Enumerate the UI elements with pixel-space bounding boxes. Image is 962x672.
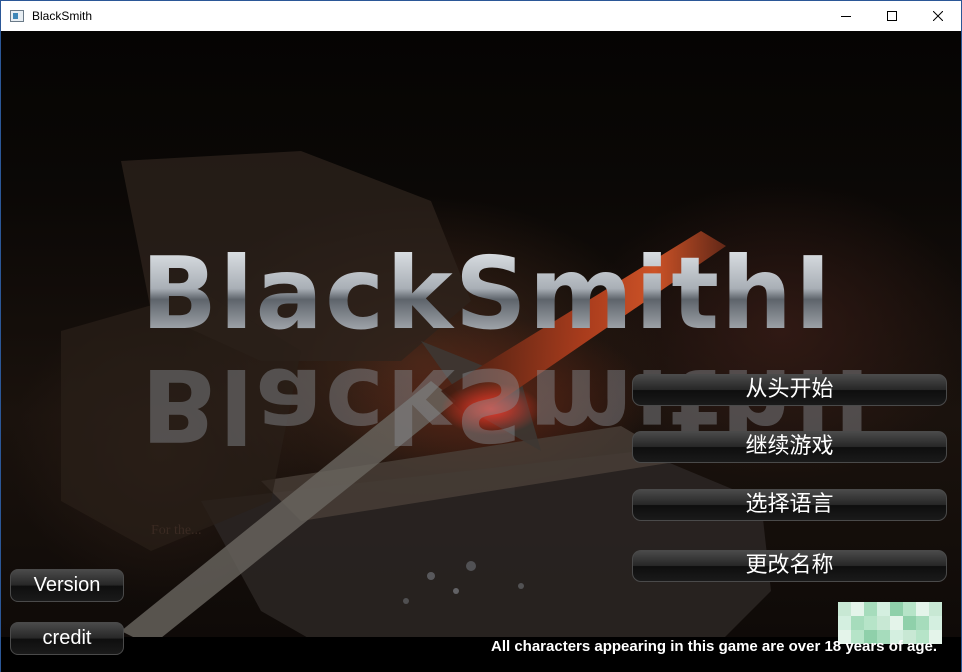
mosaic-cell — [903, 616, 916, 630]
app-icon — [10, 10, 24, 22]
continue-game-button[interactable]: 继续游戏 — [632, 431, 947, 463]
mosaic-cell — [838, 602, 851, 616]
window-controls — [823, 1, 961, 31]
close-button[interactable] — [915, 1, 961, 31]
game-logo: BlackSmithII — [141, 235, 873, 352]
mosaic-cell — [929, 616, 942, 630]
app-window: BlackSmith BlackSmithII BlackSmithII For… — [0, 0, 962, 672]
age-notice: All characters appearing in this game ar… — [491, 638, 938, 655]
close-icon — [933, 11, 943, 21]
maximize-button[interactable] — [869, 1, 915, 31]
mosaic-cell — [838, 616, 851, 630]
title-bar[interactable]: BlackSmith — [1, 1, 961, 31]
mosaic-cell — [877, 602, 890, 616]
mosaic-cell — [851, 616, 864, 630]
mosaic-cell — [903, 602, 916, 616]
mosaic-cell — [890, 616, 903, 630]
mosaic-cell — [916, 602, 929, 616]
mosaic-cell — [851, 602, 864, 616]
change-name-button[interactable]: 更改名称 — [632, 550, 947, 582]
minimize-button[interactable] — [823, 1, 869, 31]
game-screen: BlackSmithII BlackSmithII For the... 从头开… — [1, 31, 961, 672]
mosaic-cell — [864, 602, 877, 616]
select-language-button[interactable]: 选择语言 — [632, 489, 947, 521]
mosaic-cell — [877, 616, 890, 630]
maximize-icon — [887, 11, 897, 21]
new-game-button[interactable]: 从头开始 — [632, 374, 947, 406]
window-title: BlackSmith — [32, 9, 93, 23]
mosaic-cell — [929, 602, 942, 616]
mosaic-cell — [916, 616, 929, 630]
mosaic-cell — [890, 602, 903, 616]
mosaic-cell — [864, 616, 877, 630]
minimize-icon — [841, 16, 851, 17]
version-button[interactable]: Version — [10, 569, 124, 602]
credit-button[interactable]: credit — [10, 622, 124, 655]
faint-caption: For the... — [151, 523, 202, 538]
